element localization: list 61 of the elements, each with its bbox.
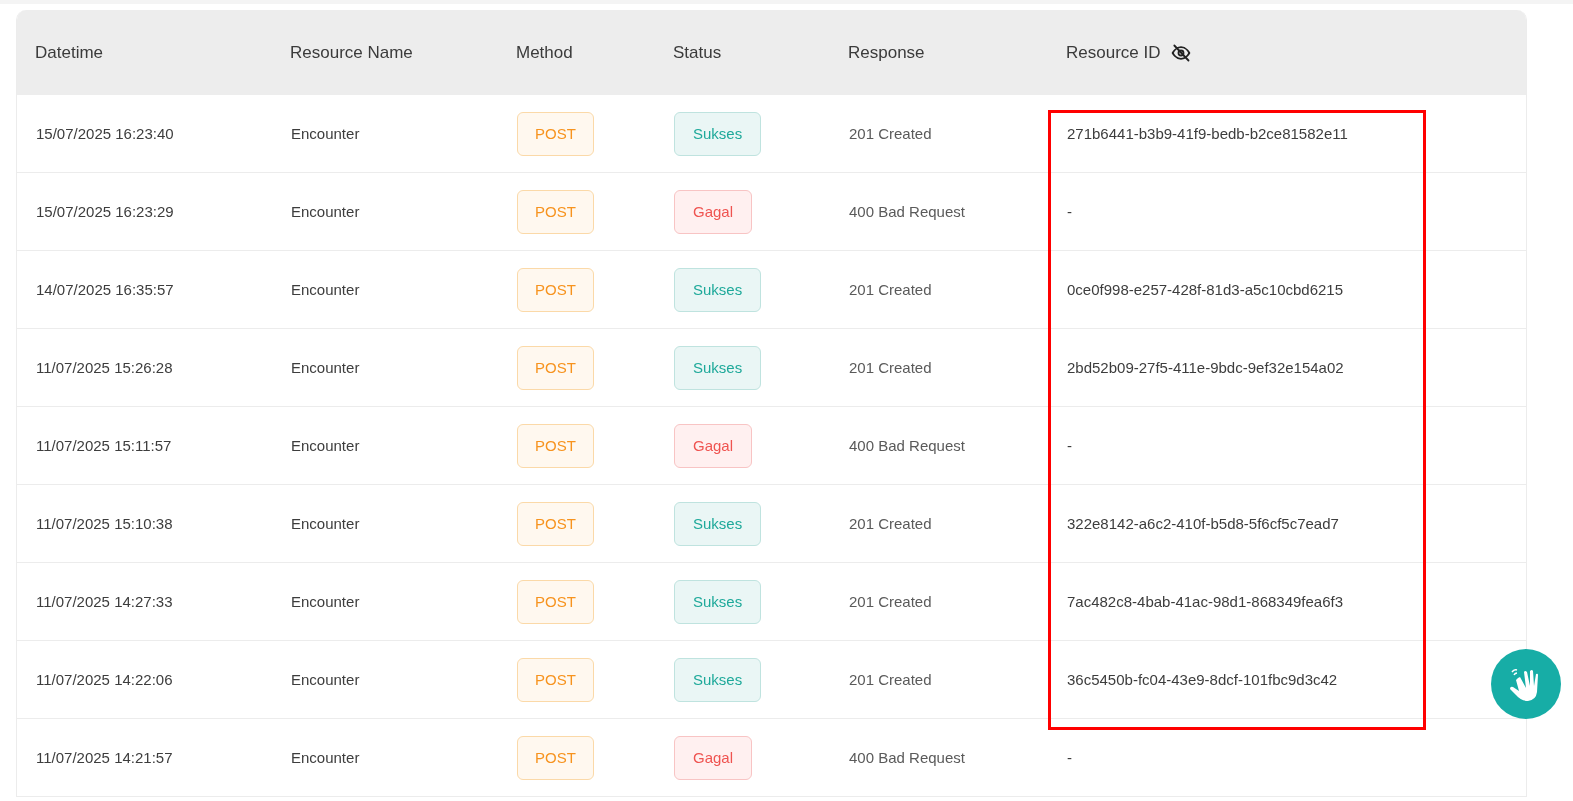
method-badge: POST — [517, 657, 594, 702]
response-cell-text: 201 Created — [849, 593, 933, 610]
datetime-cell-text: 11/07/2025 14:22:06 — [36, 671, 174, 688]
status-badge: Gagal — [674, 189, 753, 234]
datetime-cell-text: 11/07/2025 14:21:57 — [36, 749, 174, 766]
status-badge: Gagal — [674, 423, 753, 468]
response-cell-text: 201 Created — [849, 671, 933, 688]
column-header: Response — [848, 42, 925, 63]
resource-name-cell-text: Encounter — [291, 671, 361, 688]
datetime-cell-text: 11/07/2025 15:10:38 — [36, 515, 174, 532]
status-badge: Sukses — [674, 657, 762, 702]
resource-id-cell-text: 2bd52b09-27f5-411e-9bdc-9ef32e154a02 — [1067, 359, 1345, 376]
resource-id-cell-text: - — [1067, 203, 1073, 220]
datetime-cell-text: 11/07/2025 15:11:57 — [36, 437, 173, 454]
response-cell-text: 400 Bad Request — [849, 203, 966, 220]
resource-name-cell-text: Encounter — [291, 281, 361, 298]
column-header: Resource ID — [1066, 42, 1161, 63]
response-cell-text: 400 Bad Request — [849, 437, 966, 454]
method-badge: POST — [517, 111, 594, 156]
method-badge: POST — [517, 267, 594, 312]
resource-id-cell-text: 36c5450b-fc04-43e9-8dcf-101fbc9d3c42 — [1067, 671, 1339, 688]
resource-id-cell-text: 271b6441-b3b9-41f9-bedb-b2ce81582e11 — [1067, 125, 1349, 142]
resource-name-cell-text: Encounter — [291, 593, 361, 610]
resource-name-cell-text: Encounter — [291, 203, 361, 220]
resource-id-cell-text: - — [1067, 437, 1073, 454]
datetime-cell-text: 15/07/2025 16:23:29 — [36, 203, 175, 220]
status-badge: Sukses — [674, 345, 762, 390]
status-badge: Gagal — [674, 735, 753, 780]
column-header: Datetime — [35, 42, 104, 63]
status-badge: Sukses — [674, 111, 762, 156]
status-badge: Sukses — [674, 501, 762, 546]
datetime-cell-text: 11/07/2025 15:26:28 — [36, 359, 174, 376]
resource-name-cell-text: Encounter — [291, 125, 361, 142]
resource-name-cell-text: Encounter — [291, 359, 361, 376]
resource-name-cell-text: Encounter — [291, 749, 361, 766]
response-cell-text: 201 Created — [849, 359, 933, 376]
column-header: Status — [673, 42, 722, 63]
resource-id-cell-text: 322e8142-a6c2-410f-b5d8-5f6cf5c7ead7 — [1067, 515, 1340, 532]
datetime-cell-text: 11/07/2025 14:27:33 — [36, 593, 174, 610]
resource-id-cell-text: - — [1067, 749, 1073, 766]
method-badge: POST — [517, 735, 594, 780]
response-cell-text: 201 Created — [849, 125, 933, 142]
method-badge: POST — [517, 189, 594, 234]
datetime-cell-text: 14/07/2025 16:35:57 — [36, 281, 175, 298]
resource-id-cell-text: 0ce0f998-e257-428f-81d3-a5c10cbd6215 — [1067, 281, 1345, 298]
datetime-cell-text: 15/07/2025 16:23:40 — [36, 125, 175, 142]
response-cell-text: 201 Created — [849, 281, 933, 298]
method-badge: POST — [517, 423, 594, 468]
resource-name-cell-text: Encounter — [291, 437, 361, 454]
eye-off-icon[interactable] — [1170, 42, 1193, 63]
resource-name-cell-text: Encounter — [291, 515, 361, 532]
method-badge: POST — [517, 501, 594, 546]
column-header: Method — [516, 42, 573, 63]
response-cell-text: 400 Bad Request — [849, 749, 966, 766]
resource-id-cell-text: 7ac482c8-4bab-41ac-98d1-868349fea6f3 — [1067, 593, 1345, 610]
status-badge: Sukses — [674, 267, 762, 312]
column-header: Resource Name — [290, 42, 413, 63]
status-badge: Sukses — [674, 579, 762, 624]
method-badge: POST — [517, 579, 594, 624]
response-cell-text: 201 Created — [849, 515, 933, 532]
method-badge: POST — [517, 345, 594, 390]
